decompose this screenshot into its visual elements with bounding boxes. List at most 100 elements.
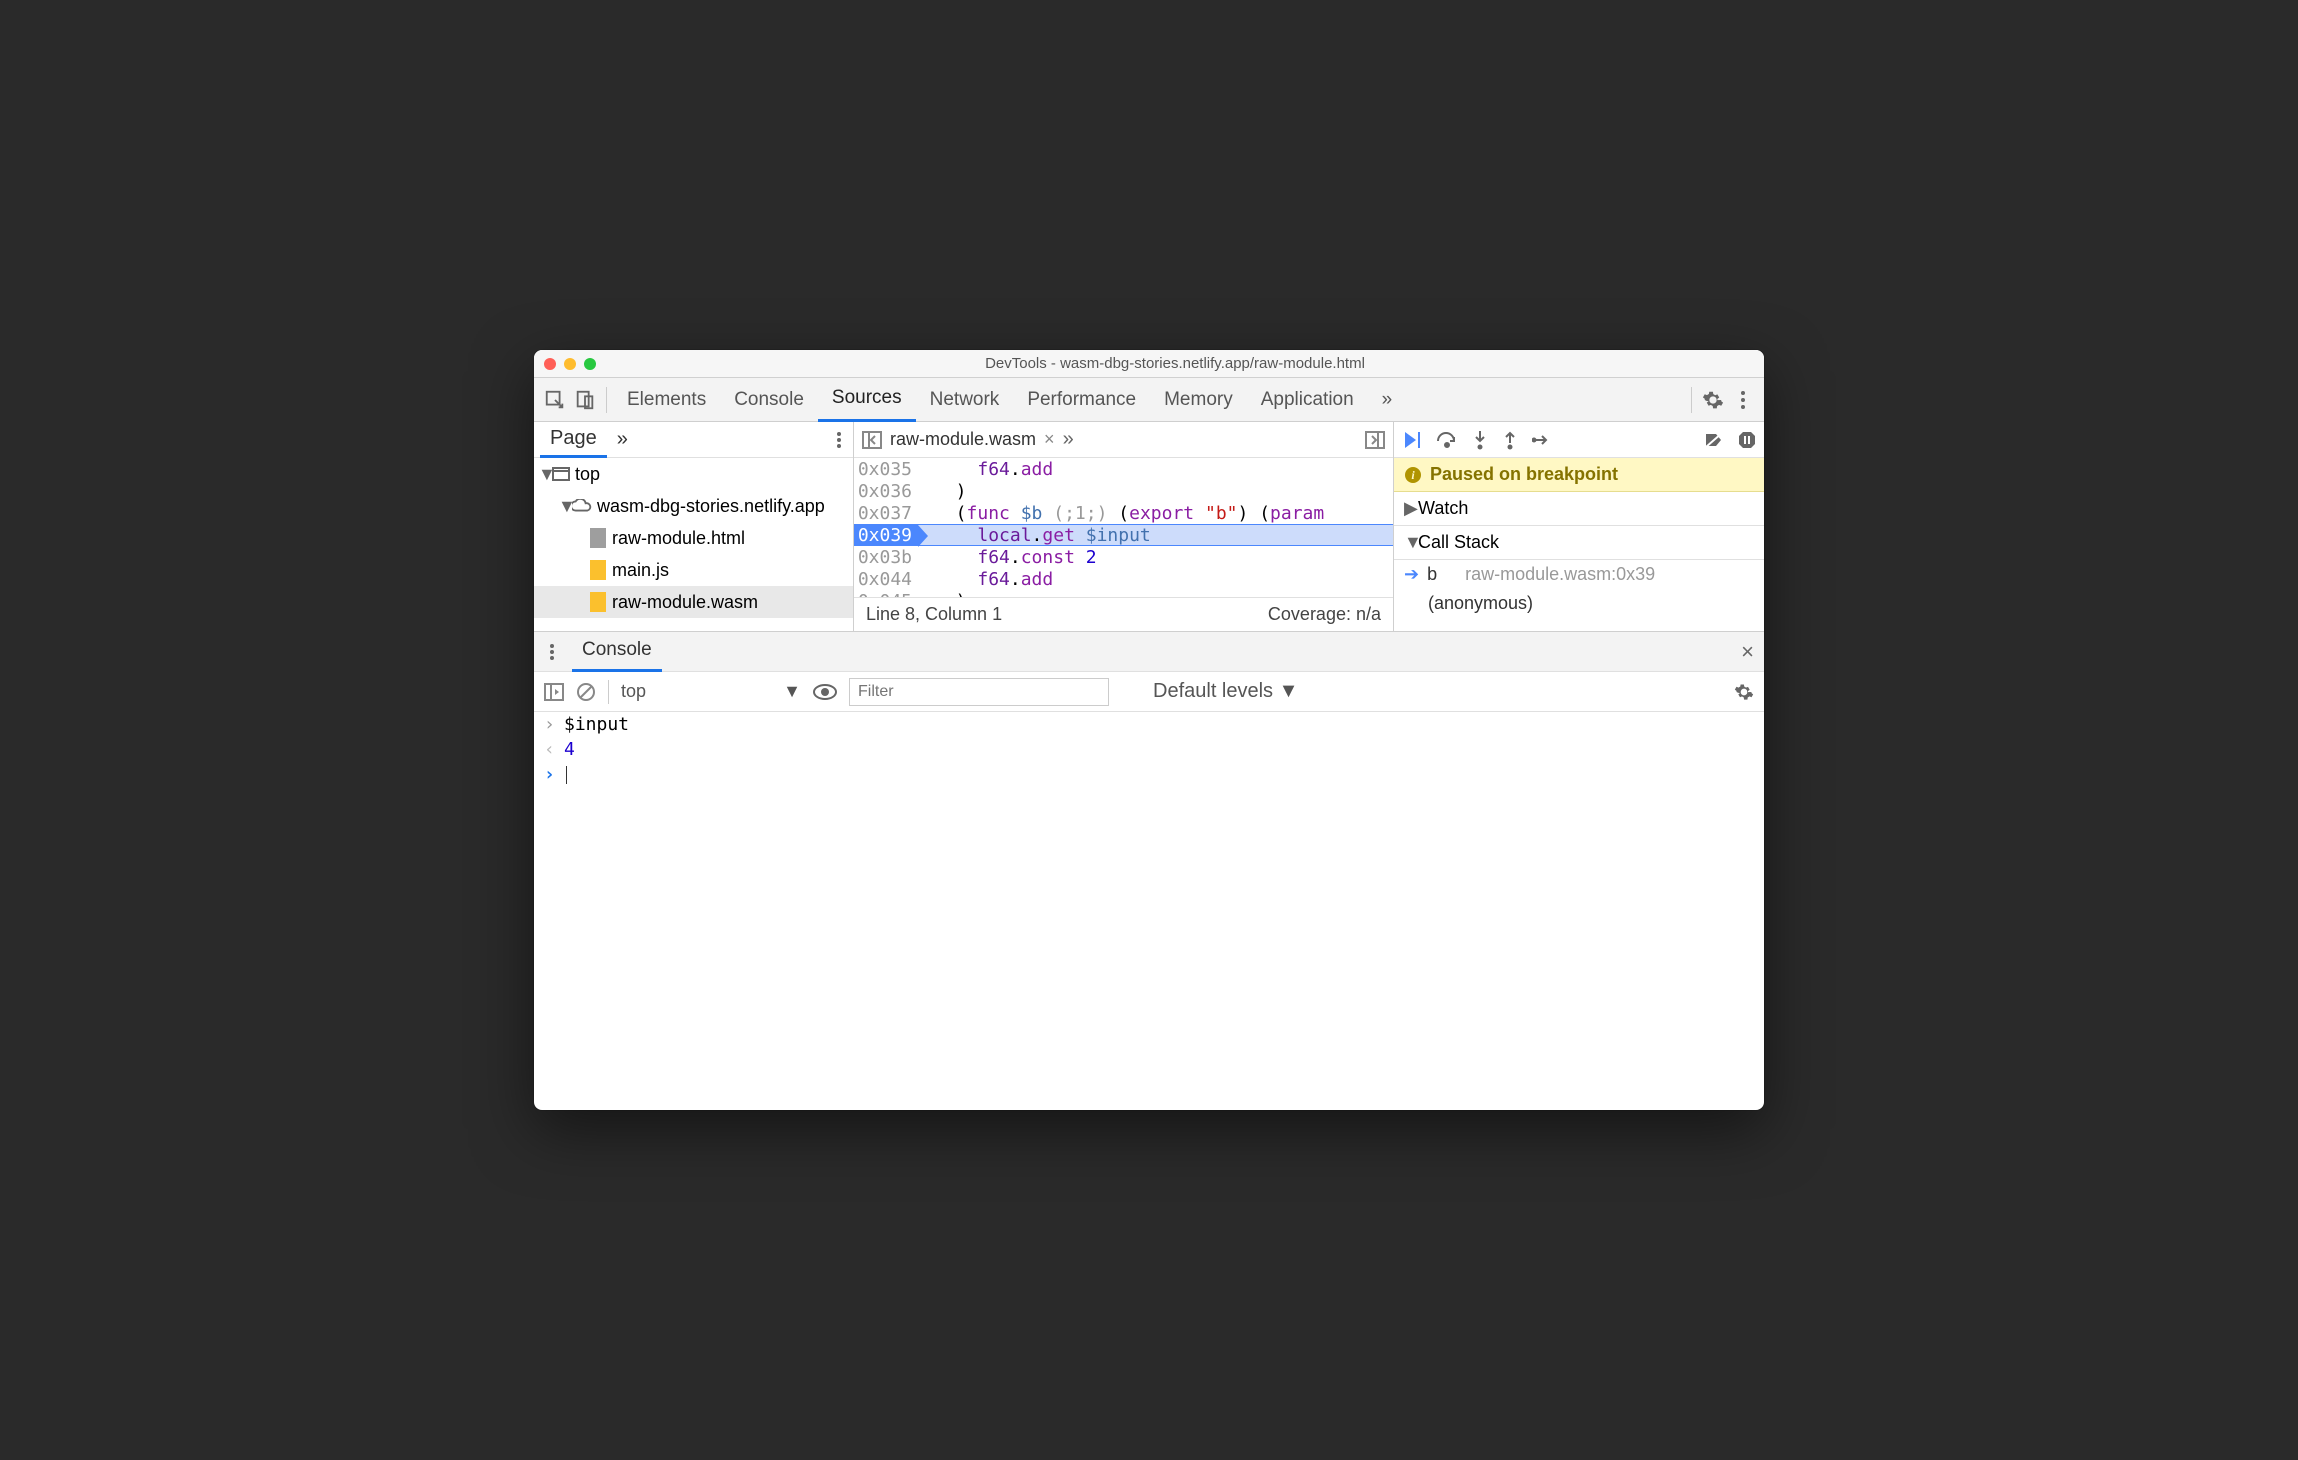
main-tabbar: ElementsConsoleSourcesNetworkPerformance…: [534, 378, 1764, 422]
sources-panel: Page » ▼ top ▼ wasm-dbg-stories.netlify.…: [534, 422, 1764, 632]
deactivate-breakpoints-icon[interactable]: [1704, 431, 1724, 449]
code-line[interactable]: 0x037 (func $b (;1;) (export "b") (param: [854, 502, 1393, 524]
close-window-icon[interactable]: [544, 358, 556, 370]
tab-performance[interactable]: Performance: [1013, 378, 1150, 422]
frame-location: raw-module.wasm:0x39: [1465, 564, 1655, 585]
current-frame-icon: ➔: [1404, 564, 1419, 585]
titlebar: DevTools - wasm-dbg-stories.netlify.app/…: [534, 350, 1764, 378]
step-icon[interactable]: [1532, 432, 1552, 448]
info-icon: i: [1404, 466, 1422, 484]
code-line[interactable]: 0x039 local.get $input: [854, 524, 1393, 546]
step-out-icon[interactable]: [1502, 430, 1518, 450]
resume-icon[interactable]: [1402, 430, 1422, 450]
inspect-icon[interactable]: [540, 388, 570, 411]
tree-frame-top[interactable]: ▼ top: [534, 458, 853, 490]
callstack-frame[interactable]: ➔ b raw-module.wasm:0x39: [1394, 560, 1764, 589]
prompt-icon: ›: [544, 764, 564, 785]
tree-domain-label: wasm-dbg-stories.netlify.app: [597, 496, 825, 517]
editor-tab-filename[interactable]: raw-module.wasm: [890, 429, 1036, 450]
tab-memory[interactable]: Memory: [1150, 378, 1247, 422]
context-selector[interactable]: top ▼: [621, 681, 801, 702]
console-output-row: ‹4: [534, 737, 1764, 762]
console-value: $input: [564, 714, 629, 735]
close-drawer-icon[interactable]: ×: [1741, 639, 1754, 665]
console-toolbar: top ▼ Default levels ▼: [534, 672, 1764, 712]
frame-function: b: [1427, 564, 1457, 585]
code-line[interactable]: 0x044 f64.add: [854, 568, 1393, 590]
device-toggle-icon[interactable]: [570, 388, 600, 411]
code-line[interactable]: 0x045 ): [854, 590, 1393, 597]
drawer-more-icon[interactable]: [544, 640, 560, 663]
toggle-debugger-icon[interactable]: [1365, 428, 1385, 451]
tree-file[interactable]: raw-module.html: [534, 522, 853, 554]
tab-console[interactable]: Console: [720, 378, 818, 422]
file-icon: [590, 528, 606, 548]
callstack-section[interactable]: ▼Call Stack: [1394, 526, 1764, 560]
code-content: ): [918, 481, 967, 502]
file-name: main.js: [612, 560, 669, 581]
gutter[interactable]: 0x035: [854, 459, 918, 480]
step-over-icon[interactable]: [1436, 431, 1458, 449]
settings-icon[interactable]: [1698, 388, 1728, 411]
tab-application[interactable]: Application: [1247, 378, 1368, 422]
breakpoint-gutter[interactable]: 0x039: [854, 525, 918, 546]
tab-elements[interactable]: Elements: [613, 378, 720, 422]
context-label: top: [621, 681, 646, 702]
callstack-frame[interactable]: (anonymous): [1394, 589, 1764, 618]
navigator-pane: Page » ▼ top ▼ wasm-dbg-stories.netlify.…: [534, 422, 854, 631]
filter-input[interactable]: [849, 678, 1109, 706]
code-line[interactable]: 0x035 f64.add: [854, 458, 1393, 480]
code-line[interactable]: 0x03b f64.const 2: [854, 546, 1393, 568]
coverage-status: Coverage: n/a: [1268, 604, 1381, 625]
code-editor[interactable]: 0x035 f64.add0x036 )0x037 (func $b (;1;)…: [854, 458, 1393, 597]
gutter[interactable]: 0x037: [854, 503, 918, 524]
navigator-tab-page[interactable]: Page: [540, 422, 607, 458]
toggle-navigator-icon[interactable]: [862, 428, 882, 451]
close-tab-icon[interactable]: ×: [1044, 429, 1055, 450]
editor-tab-overflow[interactable]: »: [1063, 428, 1074, 451]
debugger-toolbar: [1394, 422, 1764, 458]
file-name: raw-module.wasm: [612, 592, 758, 613]
code-content: f64.add: [918, 569, 1053, 590]
gutter[interactable]: 0x036: [854, 481, 918, 502]
console-prompt[interactable]: ›: [534, 762, 1764, 787]
tab-network[interactable]: Network: [916, 378, 1014, 422]
watch-section[interactable]: ▶Watch: [1394, 492, 1764, 526]
navigator-more-icon[interactable]: [831, 428, 847, 451]
gutter[interactable]: 0x045: [854, 591, 918, 598]
tree-frame-label: top: [575, 464, 600, 485]
tree-file[interactable]: main.js: [534, 554, 853, 586]
clear-console-icon[interactable]: [576, 680, 596, 703]
code-content: ): [918, 591, 967, 598]
file-tree: ▼ top ▼ wasm-dbg-stories.netlify.app raw…: [534, 458, 853, 631]
tab-sources[interactable]: Sources: [818, 378, 916, 422]
tree-domain[interactable]: ▼ wasm-dbg-stories.netlify.app: [534, 490, 853, 522]
file-icon: [590, 560, 606, 580]
console-output[interactable]: ›$input‹4›: [534, 712, 1764, 1110]
code-line[interactable]: 0x036 ): [854, 480, 1393, 502]
tab-overflow[interactable]: »: [1368, 378, 1407, 422]
devtools-window: DevTools - wasm-dbg-stories.netlify.app/…: [534, 350, 1764, 1110]
input-marker-icon: ›: [544, 714, 564, 735]
tree-file[interactable]: raw-module.wasm: [534, 586, 853, 618]
minimize-window-icon[interactable]: [564, 358, 576, 370]
file-name: raw-module.html: [612, 528, 745, 549]
editor-statusbar: Line 8, Column 1 Coverage: n/a: [854, 597, 1393, 631]
gutter[interactable]: 0x03b: [854, 547, 918, 568]
console-settings-icon[interactable]: [1734, 680, 1754, 703]
paused-message: Paused on breakpoint: [1430, 464, 1618, 485]
paused-banner: i Paused on breakpoint: [1394, 458, 1764, 492]
pause-exceptions-icon[interactable]: [1738, 431, 1756, 449]
console-sidebar-toggle-icon[interactable]: [544, 680, 564, 703]
live-expression-icon[interactable]: [813, 680, 837, 703]
callstack-label: Call Stack: [1418, 532, 1499, 552]
zoom-window-icon[interactable]: [584, 358, 596, 370]
more-icon[interactable]: [1728, 388, 1758, 411]
log-levels-selector[interactable]: Default levels ▼: [1153, 680, 1298, 703]
gutter[interactable]: 0x044: [854, 569, 918, 590]
file-icon: [590, 592, 606, 612]
navigator-tab-overflow[interactable]: »: [607, 422, 638, 458]
drawer-tab-console[interactable]: Console: [572, 632, 662, 672]
step-into-icon[interactable]: [1472, 430, 1488, 450]
code-content: local.get $input: [918, 525, 1151, 546]
